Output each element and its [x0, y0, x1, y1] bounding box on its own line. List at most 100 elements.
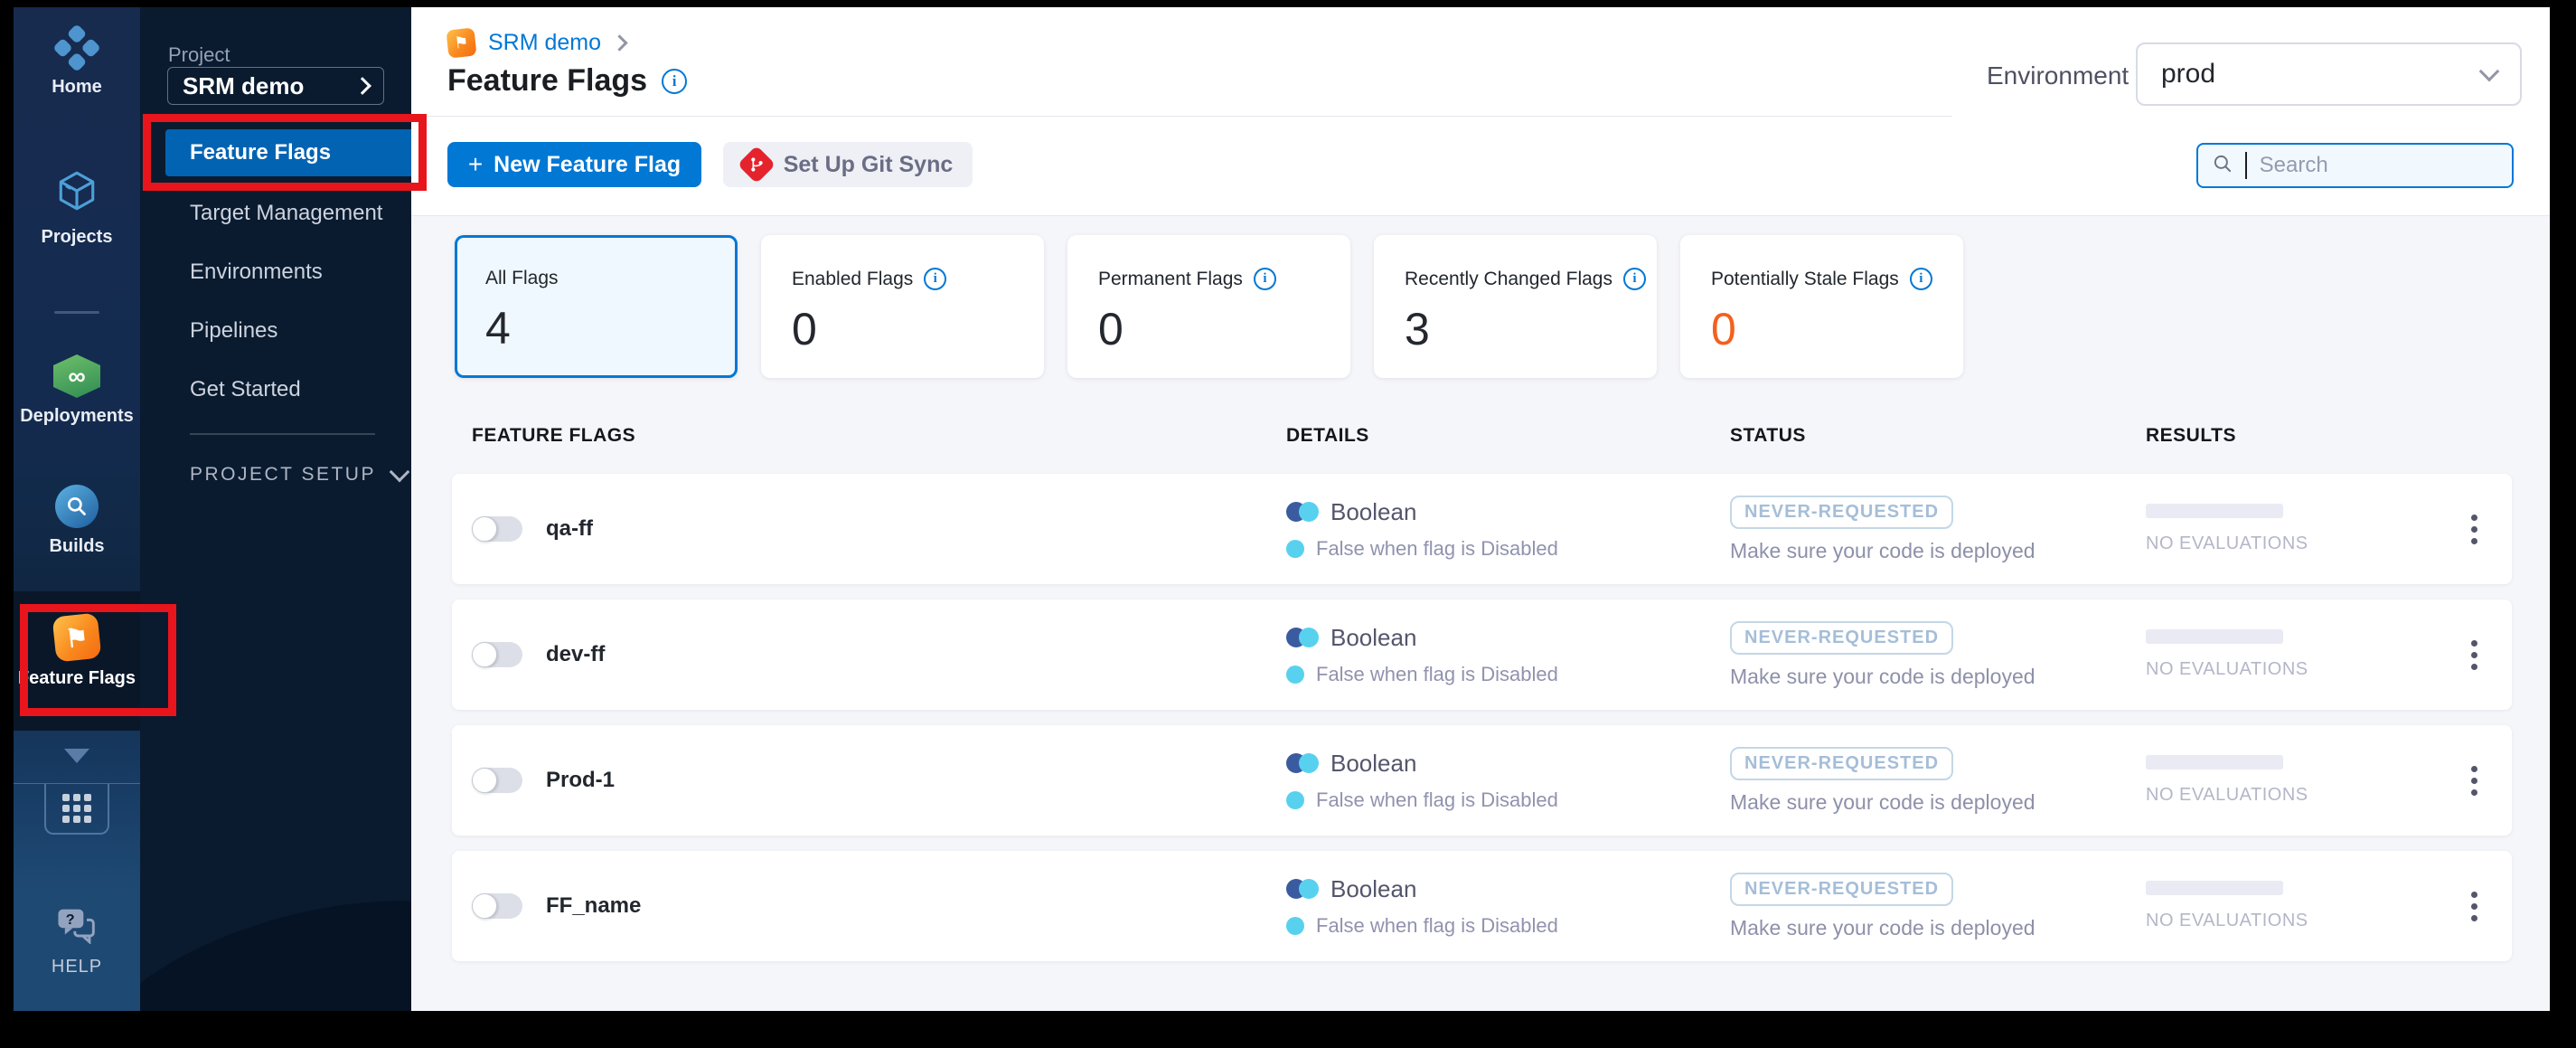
row-menu-button[interactable] [2454, 600, 2494, 710]
info-icon[interactable]: i [1253, 268, 1276, 290]
sidebar-item-builds[interactable]: Builds [14, 485, 140, 557]
results-progress-bar [2146, 504, 2283, 518]
feature-flags-icon: ⚑ [446, 27, 477, 59]
stat-card-all-flags[interactable]: All Flags 4 [455, 235, 738, 378]
flag-toggle[interactable] [472, 516, 522, 542]
plus-icon: + [467, 150, 484, 178]
set-up-git-sync-button[interactable]: Set Up Git Sync [723, 142, 973, 187]
cube-icon [54, 168, 99, 219]
flag-type: Boolean [1330, 623, 1417, 651]
annotation-box-rail-feature-flags [20, 604, 176, 716]
project-section-label: Project [168, 43, 230, 66]
deployments-icon: ∞ [53, 354, 100, 398]
chevron-down-icon [389, 461, 410, 483]
project-selector[interactable]: SRM demo [167, 67, 384, 105]
sidebar-decoration [140, 854, 411, 1011]
flag-rows: qa-ff Boolean False when flag is Disable… [452, 474, 2512, 961]
sidebar-item-home[interactable]: Home [14, 24, 140, 98]
status-badge: NEVER-REQUESTED [1730, 495, 1954, 529]
builds-icon [55, 485, 99, 528]
stat-card-recently-changed-flags[interactable]: Recently Changed Flags i 3 [1374, 235, 1657, 378]
stats-cards: All Flags 4 Enabled Flags i 0 Permanent F… [455, 235, 1963, 378]
new-feature-flag-label: New Feature Flag [494, 151, 682, 177]
toggle-knob [472, 893, 497, 919]
default-rule: False when flag is Disabled [1316, 662, 1558, 685]
flag-name[interactable]: dev-ff [546, 642, 605, 667]
column-header-status: STATUS [1730, 425, 1806, 446]
rail-divider [54, 311, 99, 314]
row-menu-button[interactable] [2454, 725, 2494, 836]
flag-type: Boolean [1330, 874, 1417, 902]
stat-card-potentially-stale-flags[interactable]: Potentially Stale Flags i 0 [1680, 235, 1963, 378]
flag-name[interactable]: qa-ff [546, 516, 593, 542]
search-input[interactable] [2257, 152, 2499, 179]
status-text: Make sure your code is deployed [1730, 915, 2035, 939]
variation-dot-icon [1286, 790, 1304, 809]
stat-label: Potentially Stale Flags [1711, 268, 1899, 289]
title-row: Feature Flags i [447, 63, 688, 99]
page-title: Feature Flags [447, 63, 648, 98]
sidebar-item-get-started[interactable]: Get Started [140, 366, 411, 413]
table-row[interactable]: qa-ff Boolean False when flag is Disable… [452, 474, 2512, 584]
sidebar-item-label: Deployments [20, 406, 134, 426]
results-text: NO EVALUATIONS [2146, 911, 2308, 930]
table-row[interactable]: dev-ff Boolean False when flag is Disabl… [452, 600, 2512, 710]
chevron-right-icon [353, 77, 371, 95]
variation-dot-icon [1286, 539, 1304, 558]
svg-text:?: ? [66, 911, 76, 928]
search-box[interactable] [2196, 143, 2514, 188]
flag-toggle[interactable] [472, 642, 522, 667]
boolean-type-icon [1286, 753, 1319, 773]
stat-value: 0 [1711, 304, 1736, 354]
table-header: FEATURE FLAGS DETAILS STATUS RESULTS [452, 425, 2512, 452]
table-row[interactable]: Prod-1 Boolean False when flag is Disabl… [452, 725, 2512, 836]
stat-value: 4 [485, 303, 511, 354]
sidebar-item-label: Builds [49, 536, 105, 556]
help-label: HELP [51, 957, 103, 977]
status-badge: NEVER-REQUESTED [1730, 620, 1954, 655]
search-icon [2211, 152, 2234, 180]
results-text: NO EVALUATIONS [2146, 533, 2308, 553]
info-icon[interactable]: i [1622, 268, 1646, 290]
flag-name[interactable]: FF_name [546, 893, 641, 919]
results-progress-bar [2146, 755, 2283, 769]
project-setup-toggle[interactable]: PROJECT SETUP [190, 461, 410, 486]
stat-label: Permanent Flags [1098, 268, 1243, 289]
boolean-type-icon [1286, 502, 1319, 522]
chevron-down-icon[interactable] [64, 749, 89, 763]
flag-toggle[interactable] [472, 768, 522, 793]
info-icon[interactable]: i [1909, 268, 1932, 290]
info-icon[interactable]: i [662, 68, 688, 94]
column-header-results: RESULTS [2146, 425, 2236, 446]
info-icon[interactable]: i [924, 268, 947, 290]
grid-icon [62, 794, 91, 823]
flag-toggle[interactable] [472, 893, 522, 919]
sidebar-item-deployments[interactable]: ∞ Deployments [14, 354, 140, 427]
module-rail: Home Projects ∞ Deployments Builds ⚑ Fea… [14, 7, 140, 1011]
sidebar-item-projects[interactable]: Projects [14, 168, 140, 248]
row-menu-button[interactable] [2454, 474, 2494, 584]
flag-name[interactable]: Prod-1 [546, 768, 615, 793]
column-header-feature-flags: FEATURE FLAGS [472, 425, 636, 446]
breadcrumb-project-link[interactable]: SRM demo [488, 30, 601, 56]
environment-select[interactable]: prod [2136, 42, 2522, 106]
results-progress-bar [2146, 629, 2283, 644]
results-text: NO EVALUATIONS [2146, 659, 2308, 679]
text-cursor [2245, 152, 2247, 179]
row-menu-button[interactable] [2454, 851, 2494, 961]
sidebar-item-environments[interactable]: Environments [140, 249, 411, 296]
toggle-knob [472, 642, 497, 667]
new-feature-flag-button[interactable]: + New Feature Flag [447, 142, 701, 187]
sidebar-item-pipelines[interactable]: Pipelines [140, 307, 411, 354]
stat-value: 3 [1405, 304, 1430, 354]
stat-card-permanent-flags[interactable]: Permanent Flags i 0 [1067, 235, 1350, 378]
stat-card-enabled-flags[interactable]: Enabled Flags i 0 [761, 235, 1044, 378]
sidebar-item-target-management[interactable]: Target Management [140, 190, 411, 237]
table-row[interactable]: FF_name Boolean False when flag is Disab… [452, 851, 2512, 961]
header-divider [411, 116, 1952, 117]
variation-dot-icon [1286, 916, 1304, 935]
status-text: Make sure your code is deployed [1730, 538, 2035, 562]
results-progress-bar [2146, 881, 2283, 895]
module-picker-button[interactable] [44, 784, 109, 835]
help-button[interactable]: ? HELP [14, 908, 140, 977]
